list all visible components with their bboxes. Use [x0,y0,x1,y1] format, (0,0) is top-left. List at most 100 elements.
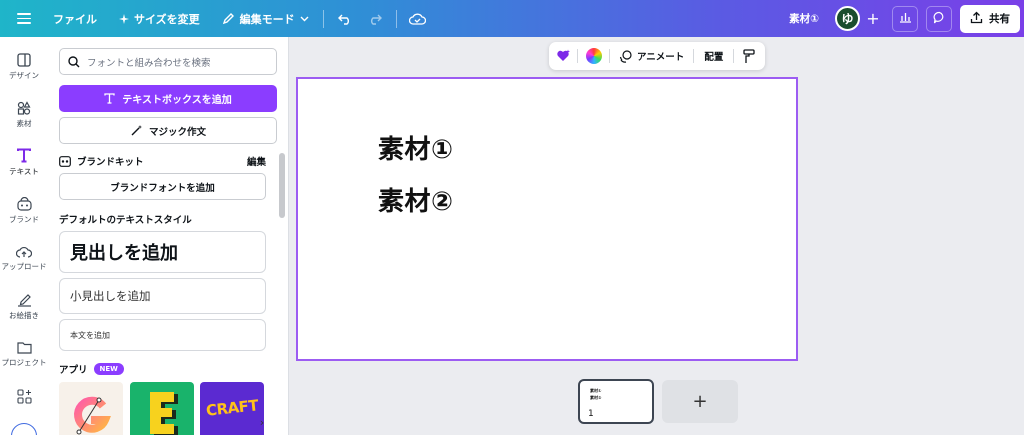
canvas-text-1[interactable]: 素材① [378,129,454,166]
plus-icon: + [866,9,880,28]
draw-icon [17,294,31,307]
app-craft-label: CRAFT [205,396,259,420]
share-button[interactable]: 共有 [960,4,1020,33]
rail-item-design[interactable]: デザイン [0,53,48,81]
edit-mode-dropdown[interactable]: 編集モード [222,11,309,27]
share-upload-icon [970,11,983,27]
add-textbox-button[interactable]: テキストボックスを追加 [59,85,277,112]
resize-label: サイズを変更 [134,12,200,26]
add-subheading-card[interactable]: 小見出しを追加 [59,278,266,314]
rail-item-brand[interactable]: ブランド [0,197,48,225]
context-toolbar: アニメート 配置 [549,42,765,70]
magic-edit-button[interactable] [549,49,577,63]
app-thumb-letter-e[interactable] [130,382,194,435]
color-wheel-icon [585,48,602,64]
edit-mode-label: 編集モード [239,12,295,26]
magic-circle-button[interactable] [11,423,37,435]
upload-icon [16,246,32,258]
position-button[interactable]: 配置 [694,49,733,63]
cloud-save-status[interactable] [408,12,426,25]
page-number: 1 [588,409,594,419]
add-heading-card[interactable]: 見出しを追加 [59,231,266,273]
rail-label-draw: お絵描き [9,311,39,320]
rail-label-upload: アップロード [1,262,47,271]
file-menu[interactable]: ファイル [53,11,97,27]
paint-roller-icon [743,48,755,63]
pencil-icon [222,12,235,25]
new-badge: NEW [93,363,124,375]
animate-label: アニメート [637,52,685,63]
undo-button[interactable] [337,13,352,25]
plus-icon: + [692,391,708,412]
design-title[interactable]: 素材① [789,11,819,26]
app-g-logo-icon [74,396,111,435]
text-panel: フォントと組み合わせを検索 テキストボックスを追加 マジック作文 ブランドキット… [48,37,289,435]
sparkle-icon [119,13,129,24]
comment-icon [933,11,946,27]
copy-style-button[interactable] [734,48,764,64]
rail-item-apps[interactable] [0,389,48,404]
rail-label-brand: ブランド [9,215,39,224]
color-picker-button[interactable] [578,48,609,64]
add-page-button[interactable]: + [662,380,738,423]
add-body-card[interactable]: 本文を追加 [59,319,266,351]
hamburger-menu-icon[interactable] [17,13,31,24]
rail-item-projects[interactable]: プロジェクト [0,341,48,368]
panel-scrollbar[interactable] [279,153,285,218]
redo-icon [368,13,382,25]
file-menu-label: ファイル [53,12,97,26]
magic-wand-icon [131,125,142,136]
text-icon [17,148,31,163]
share-label: 共有 [989,13,1010,25]
default-styles-heading: デフォルトのテキストスタイル [59,212,266,226]
magic-write-label: マジック作文 [148,126,206,138]
add-brand-font-button[interactable]: ブランドフォントを追加 [59,173,266,200]
divider [395,9,397,28]
rail-label-projects: プロジェクト [1,358,47,367]
default-styles-label: デフォルトのテキストスタイル [59,215,192,226]
add-collaborator-button[interactable]: + [862,8,884,30]
apps-heading: アプリ NEW [59,362,266,376]
top-bar: ファイル サイズを変更 編集モード 素材① ゆ + 共有 [0,0,1024,37]
insights-button[interactable] [892,5,918,32]
magic-write-button[interactable]: マジック作文 [59,117,277,144]
cloud-check-icon [408,12,426,25]
search-input[interactable]: フォントと組み合わせを検索 [59,48,277,75]
resize-button[interactable]: サイズを変更 [119,11,200,27]
brand-icon [16,197,32,211]
add-heading-label: 見出しを追加 [70,243,178,264]
divider [322,9,324,28]
app-thumb-gradient-g[interactable] [59,382,123,435]
rail-item-text[interactable]: テキスト [0,148,48,177]
brand-kit-row: ブランドキット 編集 [59,154,266,168]
left-rail: デザイン 素材 テキスト ブランド アップロード お絵描き プロジェクト [0,37,48,435]
rail-item-draw[interactable]: お絵描き [0,293,48,321]
apps-label: アプリ [59,365,88,376]
comments-button[interactable] [926,5,952,32]
canvas-text-2[interactable]: 素材② [378,181,454,218]
page-thumb-text-2: 素材② [590,395,602,400]
rail-label-design: デザイン [9,71,39,80]
add-brand-font-label: ブランドフォントを追加 [110,182,215,194]
animate-button[interactable]: アニメート [610,49,693,63]
brand-kit-icon [59,155,71,167]
rail-item-elements[interactable]: 素材 [0,101,48,129]
add-textbox-label: テキストボックスを追加 [122,95,232,106]
apps-grid-icon [16,389,32,404]
undo-icon [337,13,352,25]
brand-kit-edit-link[interactable]: 編集 [247,154,266,168]
folder-icon [16,342,32,354]
chevron-down-icon [300,16,309,22]
avatar[interactable]: ゆ [835,6,860,31]
magic-heart-icon [556,49,570,61]
page-thumbnail[interactable]: 素材① 素材② 1 [578,379,654,424]
rail-item-upload[interactable]: アップロード [0,245,48,272]
rail-label-elements: 素材 [16,119,32,128]
design-artboard[interactable]: 素材① 素材② [296,77,798,361]
brand-kit-label: ブランドキット [77,157,144,168]
add-subheading-label: 小見出しを追加 [70,289,151,303]
redo-button[interactable] [368,13,382,25]
apps-scroll-right-icon[interactable]: › [255,412,269,432]
design-icon [17,53,31,67]
page-thumb-text-1: 素材① [590,388,602,393]
